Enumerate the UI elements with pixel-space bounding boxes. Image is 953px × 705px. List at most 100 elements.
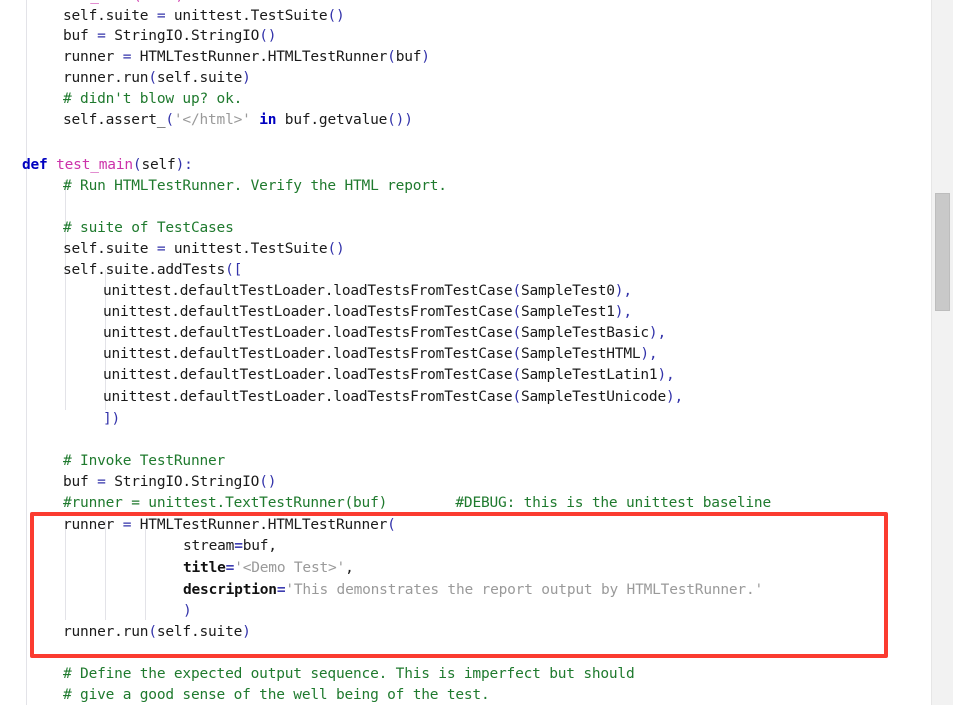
code-token	[387, 495, 455, 511]
vertical-scrollbar-thumb[interactable]	[935, 193, 950, 311]
code-line[interactable]: unittest.defaultTestLoader.loadTestsFrom…	[0, 302, 632, 323]
code-token: runner	[63, 517, 123, 533]
code-token: ()	[327, 241, 344, 257]
code-line[interactable]: self.suite = unittest.TestSuite()	[0, 239, 345, 260]
code-token: unittest.defaultTestLoader.loadTestsFrom…	[103, 346, 512, 362]
code-token: (	[512, 325, 521, 341]
code-line[interactable]: # Run HTMLTestRunner. Verify the HTML re…	[0, 176, 447, 197]
code-line[interactable]: unittest.defaultTestLoader.loadTestsFrom…	[0, 323, 666, 344]
code-line[interactable]: unittest.defaultTestLoader.loadTestsFrom…	[0, 344, 657, 365]
code-token: ()	[259, 28, 276, 44]
code-token: StringIO.StringIO	[114, 28, 259, 44]
code-line[interactable]: stream=buf,	[0, 536, 277, 557]
code-token: (	[387, 517, 396, 533]
code-line[interactable]: self.suite = unittest.TestSuite()	[0, 6, 345, 27]
code-token: ),	[615, 304, 632, 320]
code-line[interactable]: unittest.defaultTestLoader.loadTestsFrom…	[0, 281, 632, 302]
code-line[interactable]: self.assert_('</html>' in buf.getvalue()…	[0, 110, 413, 131]
code-token: (	[148, 624, 157, 640]
code-line[interactable]: unittest.defaultTestLoader.loadTestsFrom…	[0, 387, 683, 408]
code-token: HTMLTestRunner.HTMLTestRunner	[140, 49, 387, 65]
code-token: ):	[176, 157, 193, 173]
code-canvas[interactable]: def test_xxxx(self): self.suite = unitte…	[0, 0, 921, 705]
code-token: #runner = unittest.TextTestRunner(buf)	[63, 495, 387, 511]
vertical-scrollbar-track[interactable]	[931, 0, 953, 705]
code-token: self.suite	[63, 8, 157, 24]
code-token: '</html>'	[174, 112, 251, 128]
code-token: SampleTestUnicode	[521, 389, 666, 405]
code-token: HTMLTestRunner.HTMLTestRunner	[140, 517, 387, 533]
code-token: # Invoke TestRunner	[63, 453, 225, 469]
code-line[interactable]: # suite of TestCases	[0, 218, 234, 239]
code-line[interactable]: # didn't blow up? ok.	[0, 89, 242, 110]
code-line[interactable]: self.suite.addTests([	[0, 260, 242, 281]
code-token: unittest.defaultTestLoader.loadTestsFrom…	[103, 367, 512, 383]
code-token: ),	[649, 325, 666, 341]
code-token: )	[421, 49, 430, 65]
code-line[interactable]: )	[0, 601, 192, 622]
code-token: '<Demo Test>'	[234, 560, 345, 576]
code-line[interactable]: description='This demonstrates the repor…	[0, 580, 763, 601]
code-line[interactable]: buf = StringIO.StringIO()	[0, 26, 276, 47]
code-token: ),	[615, 283, 632, 299]
code-token: buf	[63, 474, 97, 490]
code-token: self.suite	[157, 624, 242, 640]
code-token: (	[512, 304, 521, 320]
code-token: test_main	[56, 157, 133, 173]
code-token: self.suite.addTests	[63, 262, 225, 278]
code-line[interactable]: runner.run(self.suite)	[0, 622, 251, 643]
code-token: # Run HTMLTestRunner. Verify the HTML re…	[63, 178, 447, 194]
code-token: ),	[657, 367, 674, 383]
code-token: test_xxxx(self):	[56, 0, 192, 4]
code-line[interactable]: buf = StringIO.StringIO()	[0, 472, 276, 493]
code-line[interactable]: runner = HTMLTestRunner.HTMLTestRunner(b…	[0, 47, 430, 68]
code-line[interactable]: unittest.defaultTestLoader.loadTestsFrom…	[0, 365, 675, 386]
code-line[interactable]: def test_main(self):	[0, 155, 193, 176]
code-token: self.suite	[157, 70, 242, 86]
code-token: # didn't blow up? ok.	[63, 91, 242, 107]
code-token: )	[183, 603, 192, 619]
code-editor-viewport[interactable]: def test_xxxx(self): self.suite = unitte…	[0, 0, 953, 705]
code-token: description	[183, 582, 277, 598]
code-line[interactable]: runner = HTMLTestRunner.HTMLTestRunner(	[0, 515, 396, 536]
code-token: ),	[666, 389, 683, 405]
code-line[interactable]: runner.run(self.suite)	[0, 68, 251, 89]
code-token: =	[234, 538, 243, 554]
code-line[interactable]: title='<Demo Test>',	[0, 558, 354, 579]
code-token: =	[157, 8, 174, 24]
code-line[interactable]: # Define the expected output sequence. T…	[0, 664, 635, 685]
code-token: buf	[63, 28, 97, 44]
code-token: unittest.defaultTestLoader.loadTestsFrom…	[103, 283, 512, 299]
code-token: def	[22, 0, 56, 4]
code-token: ,	[345, 560, 354, 576]
code-token: title	[183, 560, 226, 576]
code-token: =	[157, 241, 174, 257]
code-token: # give a good sense of the well being of…	[63, 687, 490, 703]
code-token: buf,	[243, 538, 277, 554]
code-line[interactable]: #runner = unittest.TextTestRunner(buf) #…	[0, 493, 771, 514]
code-token: unittest.defaultTestLoader.loadTestsFrom…	[103, 325, 512, 341]
code-token: stream	[183, 538, 234, 554]
code-token: in	[259, 112, 276, 128]
code-token: self.suite	[63, 241, 157, 257]
code-line[interactable]: # Invoke TestRunner	[0, 451, 225, 472]
code-token: SampleTestBasic	[521, 325, 649, 341]
code-token: SampleTestLatin1	[521, 367, 657, 383]
code-token: =	[97, 28, 114, 44]
code-token: ])	[103, 411, 120, 427]
code-token: #DEBUG: this is the unittest baseline	[455, 495, 771, 511]
code-token: ()	[259, 474, 276, 490]
code-token: unittest.defaultTestLoader.loadTestsFrom…	[103, 389, 512, 405]
code-line[interactable]: ])	[0, 409, 120, 430]
code-token: ([	[225, 262, 242, 278]
code-line[interactable]: # give a good sense of the well being of…	[0, 685, 490, 705]
code-token	[251, 112, 260, 128]
code-token: (	[387, 49, 396, 65]
code-token: self.assert_	[63, 112, 165, 128]
code-token: =	[123, 49, 140, 65]
code-token: self	[141, 157, 175, 173]
code-token: # suite of TestCases	[63, 220, 234, 236]
code-token: =	[226, 560, 235, 576]
code-token: (	[512, 283, 521, 299]
code-token: StringIO.StringIO	[114, 474, 259, 490]
